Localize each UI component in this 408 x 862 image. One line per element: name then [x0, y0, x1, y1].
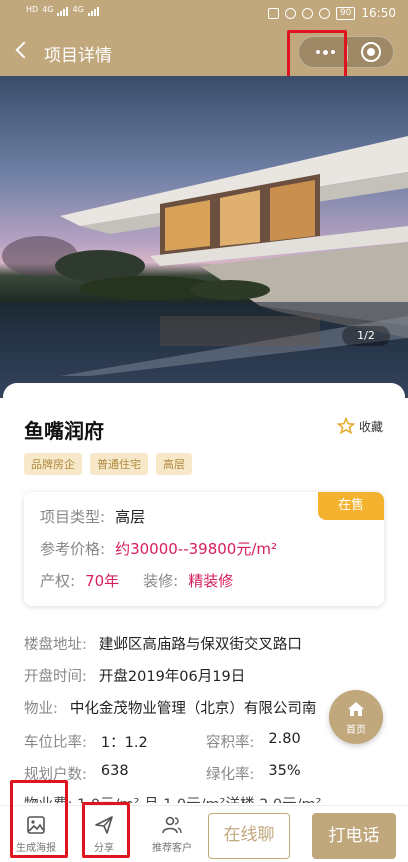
vibrate-icon	[284, 7, 296, 19]
green-value: 35%	[268, 763, 301, 779]
decoration-value: 精装修	[188, 572, 234, 590]
share-button[interactable]: 分享	[74, 814, 134, 854]
project-summary-box: 在售 项目类型: 高层 参考价格: 约30000--39800元/m² 产权: …	[24, 492, 384, 606]
tag-height: 高层	[156, 453, 192, 475]
location-icon	[301, 7, 313, 19]
recommend-customer-button[interactable]: 推荐客户	[142, 814, 202, 854]
home-icon	[348, 702, 364, 716]
open-date-row: 开盘时间: 开盘2019年06月19日	[24, 665, 245, 686]
price-row: 参考价格: 约30000--39800元/m²	[40, 538, 277, 559]
property-right-row: 产权: 70年 装修: 精装修	[40, 570, 233, 591]
plot-ratio-row: 容积率: 2.80	[206, 731, 301, 752]
address-value: 建邺区高庙路与保双街交叉路口	[98, 637, 302, 653]
more-button[interactable]	[307, 37, 343, 67]
favorite-button[interactable]: 收藏	[336, 417, 383, 435]
households-label: 规划户数:	[24, 767, 87, 783]
capsule-divider	[347, 45, 348, 61]
sale-status-badge: 在售	[318, 492, 384, 520]
generate-poster-button[interactable]: 生成海报	[6, 814, 66, 854]
share-label: 分享	[94, 843, 114, 854]
paper-plane-icon	[95, 816, 113, 834]
back-button[interactable]	[12, 40, 34, 62]
tag-brand: 品牌房企	[24, 453, 82, 475]
households-row: 规划户数: 638	[24, 763, 129, 784]
project-name: 鱼嘴润府	[24, 419, 104, 443]
home-label: 首页	[346, 725, 366, 736]
more-dots-icon	[315, 50, 320, 54]
building-illustration	[0, 136, 408, 398]
recommend-label: 推荐客户	[152, 843, 192, 854]
open-value: 开盘2019年06月19日	[98, 669, 246, 685]
mute-icon	[318, 7, 330, 19]
plot-value: 2.80	[268, 731, 301, 747]
status-bar-left: HD 4G 4G	[26, 6, 99, 16]
net-label-1: 4G	[42, 5, 54, 14]
parking-row: 车位比率: 1：1.2	[24, 731, 148, 752]
property-label: 物业:	[24, 701, 58, 717]
project-tags: 品牌房企 普通住宅 高层	[24, 453, 192, 475]
favorite-label: 收藏	[358, 419, 383, 434]
header: HD 4G 4G 90 16:50 项目详情	[0, 0, 408, 76]
address-label: 楼盘地址:	[24, 637, 87, 653]
property-value: 中化金茂物业管理（北京）有限公司南	[69, 701, 317, 717]
clock: 16:50	[361, 6, 396, 20]
close-miniprogram-button[interactable]	[361, 42, 381, 62]
call-button[interactable]: 打电话	[312, 813, 396, 859]
home-float-button[interactable]: 首页	[329, 690, 383, 744]
gallery-pager: 1/2	[342, 326, 390, 346]
poster-label: 生成海报	[16, 843, 56, 854]
green-rate-row: 绿化率: 35%	[206, 763, 301, 784]
signal-icon	[57, 6, 69, 16]
property-right-label: 产权:	[40, 572, 76, 590]
plot-label: 容积率:	[206, 735, 255, 751]
green-label: 绿化率:	[206, 767, 255, 783]
open-label: 开盘时间:	[24, 669, 87, 685]
type-row: 项目类型: 高层	[40, 506, 145, 527]
net-label-2: 4G	[72, 5, 84, 14]
type-label: 项目类型:	[40, 508, 106, 526]
battery-indicator: 90	[335, 6, 356, 20]
signal-icon-2	[87, 6, 99, 16]
status-bar-right: 90 16:50	[267, 6, 396, 20]
online-chat-button[interactable]: 在线聊	[208, 813, 290, 859]
price-label: 参考价格:	[40, 540, 106, 558]
type-value: 高层	[115, 508, 146, 526]
parking-label: 车位比率:	[24, 735, 87, 751]
hd-label-1: HD	[26, 5, 39, 14]
property-company-row: 物业: 中化金茂物业管理（北京）有限公司南	[24, 697, 324, 718]
households-value: 638	[100, 763, 129, 779]
tag-type: 普通住宅	[90, 453, 148, 475]
star-outline-icon	[336, 417, 355, 435]
miniprogram-capsule	[298, 36, 394, 68]
decoration-label: 装修:	[143, 572, 179, 590]
price-value: 约30000--39800元/m²	[115, 540, 278, 558]
project-info-card: 鱼嘴润府 收藏 品牌房企 普通住宅 高层 在售 项目类型: 高层 参考价格: 约…	[3, 383, 405, 813]
property-right-value: 70年	[85, 572, 120, 590]
nfc-icon	[267, 7, 279, 19]
bottom-action-bar: 生成海报 分享 推荐客户 在线聊 打电话	[0, 805, 408, 862]
property-fee-row: 物业费: 1.0元/m²·月 1.0元/m²洋楼 2.0元/m²...	[24, 793, 394, 803]
project-photo[interactable]: 1/2	[0, 76, 408, 398]
image-icon	[27, 816, 45, 834]
page-title: 项目详情	[44, 46, 112, 66]
users-icon	[162, 816, 182, 834]
address-row: 楼盘地址: 建邺区高庙路与保双街交叉路口	[24, 633, 302, 654]
parking-value: 1：1.2	[100, 735, 148, 751]
title-bar: 项目详情	[0, 32, 408, 74]
